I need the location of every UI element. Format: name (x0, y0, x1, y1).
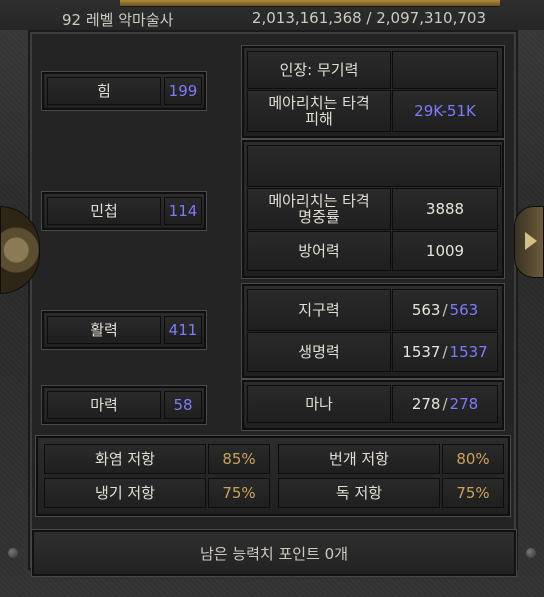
accuracy-label: 메아리치는 타격 명중률 (247, 188, 391, 230)
attribute-label: 마력 (47, 391, 161, 419)
stamina-current: 563 (411, 300, 441, 319)
attribute-label: 민첩 (47, 197, 161, 225)
mana-max: 278 (449, 394, 479, 413)
attribute-value: 58 (164, 391, 202, 419)
experience-bar (120, 0, 500, 7)
attribute-vitality: 활력 411 (42, 311, 206, 349)
fire-resistance-value: 85% (208, 444, 270, 474)
cold-resistance-value: 75% (208, 478, 270, 508)
experience-value: 2,013,161,368 / 2,097,310,703 (251, 9, 486, 27)
expand-arrow-icon[interactable] (525, 232, 537, 250)
cold-resistance-label: 냉기 저항 (44, 478, 206, 508)
damage-label: 메아리치는 타격 피해 (247, 90, 391, 132)
stamina-label: 지구력 (247, 289, 391, 331)
rivet-icon (8, 548, 18, 558)
stamina-max: 563 (449, 300, 479, 319)
lightning-resistance-value: 80% (442, 444, 504, 474)
stamina-value: 563/563 (392, 289, 498, 331)
accuracy-value: 3888 (392, 188, 498, 230)
attribute-value: 114 (164, 197, 202, 225)
poison-resistance-label: 독 저항 (278, 478, 440, 508)
mana-box: 마나 278/278 (242, 380, 504, 430)
life-current: 1537 (402, 342, 441, 361)
remaining-points-label: 남은 능력치 포인트 0개 (199, 544, 349, 563)
secondary-weapon-slot (247, 145, 501, 187)
attribute-dexterity: 민첩 114 (42, 192, 206, 230)
remaining-points-bar: 남은 능력치 포인트 0개 (32, 530, 516, 576)
weapon-title[interactable]: 인장: 무기력 (247, 51, 391, 89)
rivet-icon (526, 548, 536, 558)
panel-header: 92 레벨 악마술사 2,013,161,368 / 2,097,310,703 (0, 0, 544, 30)
poison-resistance-value: 75% (442, 478, 504, 508)
attribute-label: 힘 (47, 77, 161, 105)
attribute-strength: 힘 199 (42, 72, 206, 110)
defense-label: 방어력 (247, 231, 391, 271)
attribute-value: 199 (164, 77, 202, 105)
attack-defense-box: 메아리치는 타격 명중률 3888 방어력 1009 (242, 140, 504, 278)
life-label: 생명력 (247, 332, 391, 372)
mana-current: 278 (411, 394, 441, 413)
resistances-box: 화염 저항 85% 번개 저항 80% 냉기 저항 75% 독 저항 75% (36, 436, 510, 516)
lightning-resistance-label: 번개 저항 (278, 444, 440, 474)
defense-value: 1009 (392, 231, 498, 271)
mana-label: 마나 (247, 385, 391, 423)
damage-value: 29K-51K (392, 90, 498, 132)
fire-resistance-label: 화염 저항 (44, 444, 206, 474)
weapon-swap-slot (392, 51, 498, 89)
weapon-stats-box: 인장: 무기력 메아리치는 타격 피해 29K-51K (242, 46, 504, 138)
attribute-label: 활력 (47, 316, 161, 344)
attribute-value: 411 (164, 316, 202, 344)
mana-value: 278/278 (392, 385, 498, 423)
life-value: 1537/1537 (392, 332, 498, 372)
level-class-label: 92 레벨 악마술사 (62, 11, 174, 29)
attribute-energy: 마력 58 (42, 386, 206, 424)
stamina-life-box: 지구력 563/563 생명력 1537/1537 (242, 284, 504, 378)
life-max: 1537 (449, 342, 488, 361)
